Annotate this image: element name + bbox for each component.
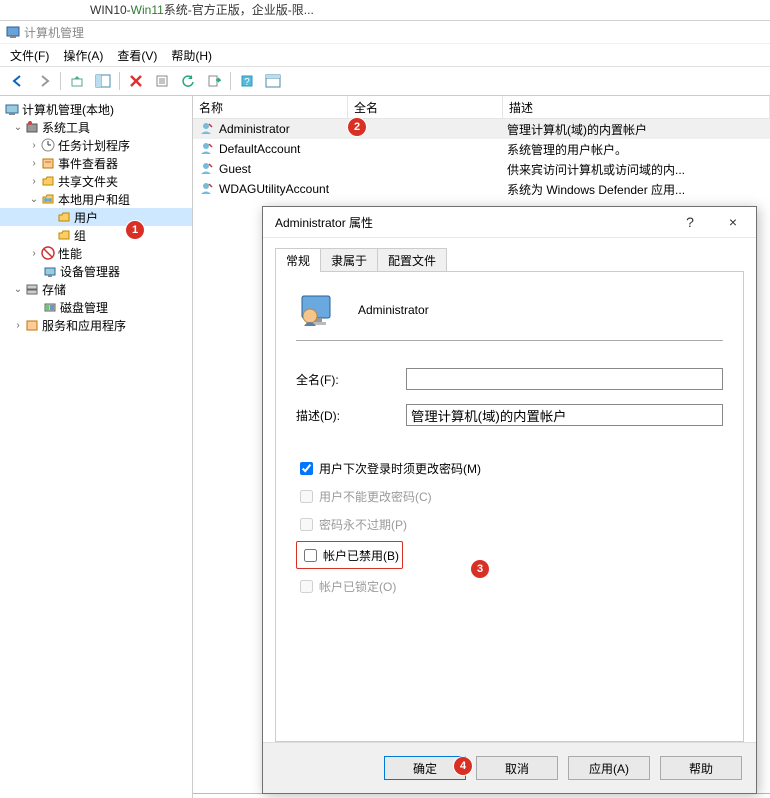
tree-users[interactable]: 用户 <box>0 208 192 226</box>
help-icon[interactable]: ? <box>670 214 710 230</box>
user-large-icon <box>296 290 336 330</box>
checkbox-disabled[interactable]: 帐户已禁用(B) <box>296 541 403 569</box>
menu-bar: 文件(F) 操作(A) 查看(V) 帮助(H) <box>0 43 770 66</box>
dialog-footer: 确定 取消 应用(A) 帮助 <box>263 742 756 793</box>
toolbar: ? <box>0 66 770 96</box>
tree-performance[interactable]: ›性能 <box>0 244 192 262</box>
col-full[interactable]: 全名 <box>348 96 503 118</box>
tree-local-users[interactable]: ⌄本地用户和组 <box>0 190 192 208</box>
checkbox-never-expire: 密码永不过期(P) <box>296 513 723 535</box>
properties-button[interactable] <box>150 69 174 93</box>
menu-action[interactable]: 操作(A) <box>63 47 103 64</box>
tree-system-tools[interactable]: ⌄系统工具 <box>0 118 192 136</box>
user-icon <box>199 141 215 157</box>
checkbox-cannot-change: 用户不能更改密码(C) <box>296 485 723 507</box>
svg-text:?: ? <box>244 77 250 88</box>
dialog-title: Administrator 属性 <box>275 214 670 231</box>
view-button[interactable] <box>261 69 285 93</box>
menu-view[interactable]: 查看(V) <box>117 47 157 64</box>
list-header: 名称 全名 描述 <box>193 96 770 119</box>
tab-strip: 常规 隶属于 配置文件 <box>275 248 744 272</box>
list-row[interactable]: WDAGUtilityAccount 系统为 Windows Defender … <box>193 179 770 199</box>
tab-member[interactable]: 隶属于 <box>320 248 378 272</box>
list-row[interactable]: Guest 供来宾访问计算机或访问域的内... <box>193 159 770 179</box>
user-icon <box>199 181 215 197</box>
window-title: 计算机管理 <box>24 24 84 41</box>
user-icon <box>199 161 215 177</box>
tree-shared-folders[interactable]: ›共享文件夹 <box>0 172 192 190</box>
tree-storage[interactable]: ⌄存储 <box>0 280 192 298</box>
input-desc[interactable] <box>406 404 723 426</box>
help-button[interactable]: 帮助 <box>660 756 742 780</box>
prop-username: Administrator <box>358 303 429 317</box>
list-row[interactable]: Administrator 管理计算机(域)的内置帐户 <box>193 119 770 139</box>
dialog-title-bar: Administrator 属性 ? × <box>263 207 756 238</box>
tree-disk-mgmt[interactable]: 磁盘管理 <box>0 298 192 316</box>
refresh-button[interactable] <box>176 69 200 93</box>
properties-dialog: Administrator 属性 ? × 常规 隶属于 配置文件 Adminis… <box>262 206 757 794</box>
label-fullname: 全名(F): <box>296 371 406 388</box>
checkbox-must-change[interactable]: 用户下次登录时须更改密码(M) <box>296 457 723 479</box>
app-icon <box>6 25 20 39</box>
help-button[interactable]: ? <box>235 69 259 93</box>
up-button[interactable] <box>65 69 89 93</box>
label-desc: 描述(D): <box>296 407 406 424</box>
tab-profile[interactable]: 配置文件 <box>377 248 447 272</box>
external-tab: WIN10-Win11系统-官方正版，企业版-限... <box>0 0 770 20</box>
tree-device-manager[interactable]: 设备管理器 <box>0 262 192 280</box>
annotation-4: 4 <box>454 757 472 775</box>
menu-file[interactable]: 文件(F) <box>10 47 49 64</box>
back-button[interactable] <box>6 69 30 93</box>
tree-pane: 计算机管理(本地) ⌄系统工具 ›任务计划程序 ›事件查看器 ›共享文件夹 ⌄本… <box>0 96 193 798</box>
show-hide-button[interactable] <box>91 69 115 93</box>
menu-help[interactable]: 帮助(H) <box>171 47 212 64</box>
tree-services-apps[interactable]: ›服务和应用程序 <box>0 316 192 334</box>
forward-button[interactable] <box>32 69 56 93</box>
col-desc[interactable]: 描述 <box>503 96 770 118</box>
window-title-bar: 计算机管理 <box>0 20 770 43</box>
tab-panel: Administrator 全名(F): 描述(D): 用户下次登录时须更改密码… <box>275 271 744 742</box>
user-icon <box>199 121 215 137</box>
apply-button[interactable]: 应用(A) <box>568 756 650 780</box>
annotation-2: 2 <box>348 118 366 136</box>
tree-task-scheduler[interactable]: ›任务计划程序 <box>0 136 192 154</box>
export-button[interactable] <box>202 69 226 93</box>
delete-button[interactable] <box>124 69 148 93</box>
tree-root[interactable]: 计算机管理(本地) <box>0 100 192 118</box>
tab-general[interactable]: 常规 <box>275 248 321 272</box>
tree-event-viewer[interactable]: ›事件查看器 <box>0 154 192 172</box>
checkbox-locked: 帐户已锁定(O) <box>296 575 723 597</box>
col-name[interactable]: 名称 <box>193 96 348 118</box>
annotation-3: 3 <box>471 560 489 578</box>
input-fullname[interactable] <box>406 368 723 390</box>
list-row[interactable]: DefaultAccount 系统管理的用户帐户。 <box>193 139 770 159</box>
close-icon[interactable]: × <box>710 214 756 230</box>
annotation-1: 1 <box>126 221 144 239</box>
cancel-button[interactable]: 取消 <box>476 756 558 780</box>
tree-groups[interactable]: 组 <box>0 226 192 244</box>
